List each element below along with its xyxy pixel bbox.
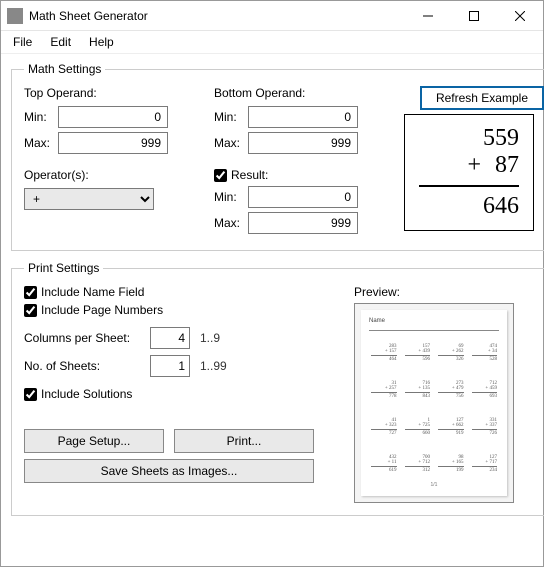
- columns-label: Columns per Sheet:: [24, 331, 144, 345]
- preview-box: Name 283+ 157464 157+ 439596 69+ 262326 …: [354, 303, 514, 503]
- example-bottom: 87: [495, 152, 519, 179]
- menu-file[interactable]: File: [5, 33, 40, 51]
- app-icon: [7, 8, 23, 24]
- math-settings-legend: Math Settings: [24, 62, 105, 76]
- refresh-example-button[interactable]: Refresh Example: [420, 86, 544, 110]
- sheets-input[interactable]: [150, 355, 190, 377]
- result-min-label: Min:: [214, 190, 248, 204]
- columns-input[interactable]: [150, 327, 190, 349]
- top-min-input[interactable]: [58, 106, 168, 128]
- bottom-max-input[interactable]: [248, 132, 358, 154]
- top-operand-label: Top Operand:: [24, 86, 204, 100]
- maximize-button[interactable]: [451, 1, 497, 31]
- example-operator: +: [467, 152, 481, 179]
- top-max-input[interactable]: [58, 132, 168, 154]
- result-max-label: Max:: [214, 216, 248, 230]
- include-name-checkbox[interactable]: [24, 286, 37, 299]
- example-result: 646: [483, 193, 519, 220]
- include-solutions-row[interactable]: Include Solutions: [24, 387, 344, 401]
- result-min-input[interactable]: [248, 186, 358, 208]
- result-checkbox[interactable]: [214, 169, 227, 182]
- preview-name-line: [369, 324, 499, 331]
- result-max-input[interactable]: [248, 212, 358, 234]
- sheets-range: 1..99: [200, 359, 227, 373]
- top-min-label: Min:: [24, 110, 58, 124]
- result-checkbox-label: Result:: [231, 168, 268, 182]
- include-name-row[interactable]: Include Name Field: [24, 285, 344, 299]
- preview-page-number: 1/1: [369, 482, 499, 488]
- preview-page: Name 283+ 157464 157+ 439596 69+ 262326 …: [361, 310, 507, 496]
- include-name-label: Include Name Field: [41, 285, 144, 299]
- operator-select[interactable]: +: [24, 188, 154, 210]
- include-solutions-checkbox[interactable]: [24, 388, 37, 401]
- window-title: Math Sheet Generator: [29, 9, 148, 23]
- minimize-button[interactable]: [405, 1, 451, 31]
- operators-label: Operator(s):: [24, 168, 204, 182]
- menu-edit[interactable]: Edit: [42, 33, 79, 51]
- bottom-max-label: Max:: [214, 136, 248, 150]
- close-button[interactable]: [497, 1, 543, 31]
- print-settings-group: Print Settings Include Name Field Includ…: [11, 261, 544, 516]
- sheets-label: No. of Sheets:: [24, 359, 144, 373]
- menubar: File Edit Help: [1, 31, 543, 54]
- bottom-operand-label: Bottom Operand:: [214, 86, 394, 100]
- print-settings-legend: Print Settings: [24, 261, 103, 275]
- bottom-min-label: Min:: [214, 110, 248, 124]
- titlebar: Math Sheet Generator: [1, 1, 543, 31]
- example-box: 559 + 87 646: [404, 114, 534, 231]
- columns-range: 1..9: [200, 331, 220, 345]
- preview-problem-grid: 283+ 157464 157+ 439596 69+ 262326 474+ …: [369, 337, 499, 480]
- example-top: 559: [483, 125, 519, 152]
- top-max-label: Max:: [24, 136, 58, 150]
- include-pagenum-checkbox[interactable]: [24, 304, 37, 317]
- save-images-button[interactable]: Save Sheets as Images...: [24, 459, 314, 483]
- result-checkbox-row[interactable]: Result:: [214, 168, 394, 182]
- page-setup-button[interactable]: Page Setup...: [24, 429, 164, 453]
- math-settings-group: Math Settings Top Operand: Min: Max: Ope…: [11, 62, 544, 251]
- print-button[interactable]: Print...: [174, 429, 314, 453]
- include-pagenum-row[interactable]: Include Page Numbers: [24, 303, 344, 317]
- bottom-min-input[interactable]: [248, 106, 358, 128]
- menu-help[interactable]: Help: [81, 33, 122, 51]
- include-pagenum-label: Include Page Numbers: [41, 303, 163, 317]
- include-solutions-label: Include Solutions: [41, 387, 132, 401]
- preview-label: Preview:: [354, 285, 534, 299]
- example-divider: [419, 185, 519, 187]
